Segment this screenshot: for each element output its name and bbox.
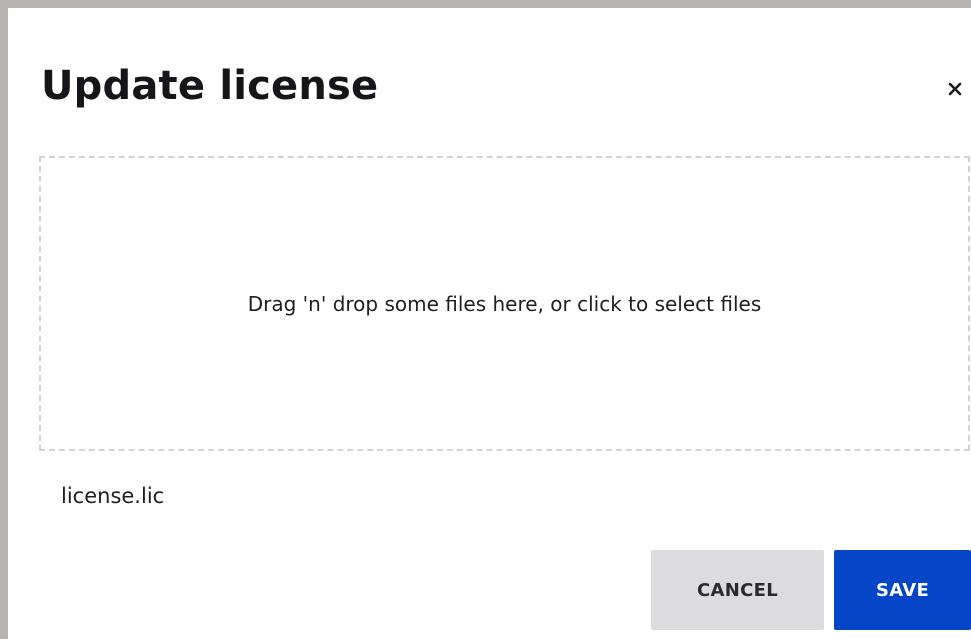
selected-file-name: license.lic xyxy=(61,484,165,508)
close-icon xyxy=(948,82,962,96)
cancel-button[interactable]: CANCEL xyxy=(651,550,824,630)
close-button[interactable] xyxy=(944,78,966,100)
window-frame: Update license Drag 'n' drop some files … xyxy=(0,0,971,639)
dropzone-text: Drag 'n' drop some files here, or click … xyxy=(247,291,762,316)
update-license-dialog: Update license Drag 'n' drop some files … xyxy=(16,16,971,639)
file-dropzone[interactable]: Drag 'n' drop some files here, or click … xyxy=(39,156,970,451)
save-button[interactable]: SAVE xyxy=(834,550,971,630)
dialog-title: Update license xyxy=(41,63,379,109)
